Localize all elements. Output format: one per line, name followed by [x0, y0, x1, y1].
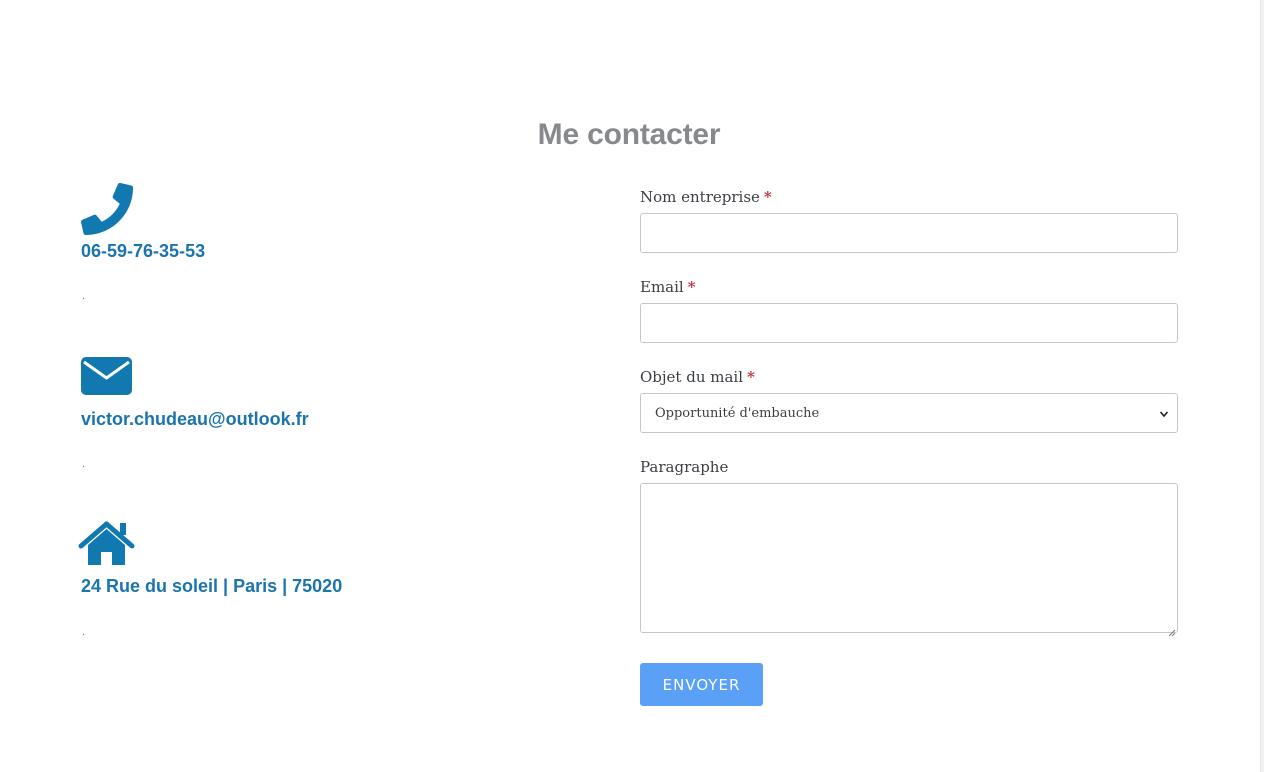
paragraph-textarea[interactable]: [640, 483, 1178, 637]
required-marker: *: [747, 368, 755, 386]
resize-grip-icon[interactable]: [1167, 622, 1176, 637]
page-title: Me contacter: [537, 118, 721, 151]
phone-note: .: [82, 291, 86, 302]
subject-label-text: Objet du mail: [640, 368, 744, 386]
paragraph-label-text: Paragraphe: [640, 458, 729, 476]
company-input[interactable]: [640, 213, 1178, 253]
required-marker: *: [763, 188, 772, 206]
send-button[interactable]: ENVOYER: [640, 663, 763, 706]
address-block: [78, 521, 135, 570]
paragraph-label: Paragraphe: [640, 458, 728, 476]
address-note: .: [82, 627, 86, 638]
subject-select[interactable]: Opportunité d'embauche: [640, 393, 1178, 433]
phone-number[interactable]: 06-59-76-35-53: [81, 241, 205, 262]
phone-icon: [81, 183, 133, 239]
scrollbar[interactable]: [1260, 0, 1264, 772]
address-text: 24 Rue du soleil | Paris | 75020: [81, 576, 343, 596]
required-marker: *: [687, 278, 696, 296]
email-block: [81, 357, 132, 399]
subject-selected-value: Opportunité d'embauche: [655, 405, 820, 421]
company-label: Nom entreprise *: [640, 188, 772, 206]
email-address[interactable]: victor.chudeau@outlook.fr: [81, 409, 309, 430]
email-label-text: Email: [640, 278, 684, 296]
envelope-icon: [81, 357, 132, 399]
email-input[interactable]: [640, 303, 1178, 343]
email-note: .: [82, 459, 86, 470]
phone-block: [81, 183, 133, 239]
email-label: Email *: [640, 278, 696, 296]
chevron-down-icon: [1159, 408, 1169, 418]
home-icon: [78, 521, 135, 570]
company-label-text: Nom entreprise: [640, 188, 760, 206]
subject-label: Objet du mail *: [640, 368, 755, 386]
